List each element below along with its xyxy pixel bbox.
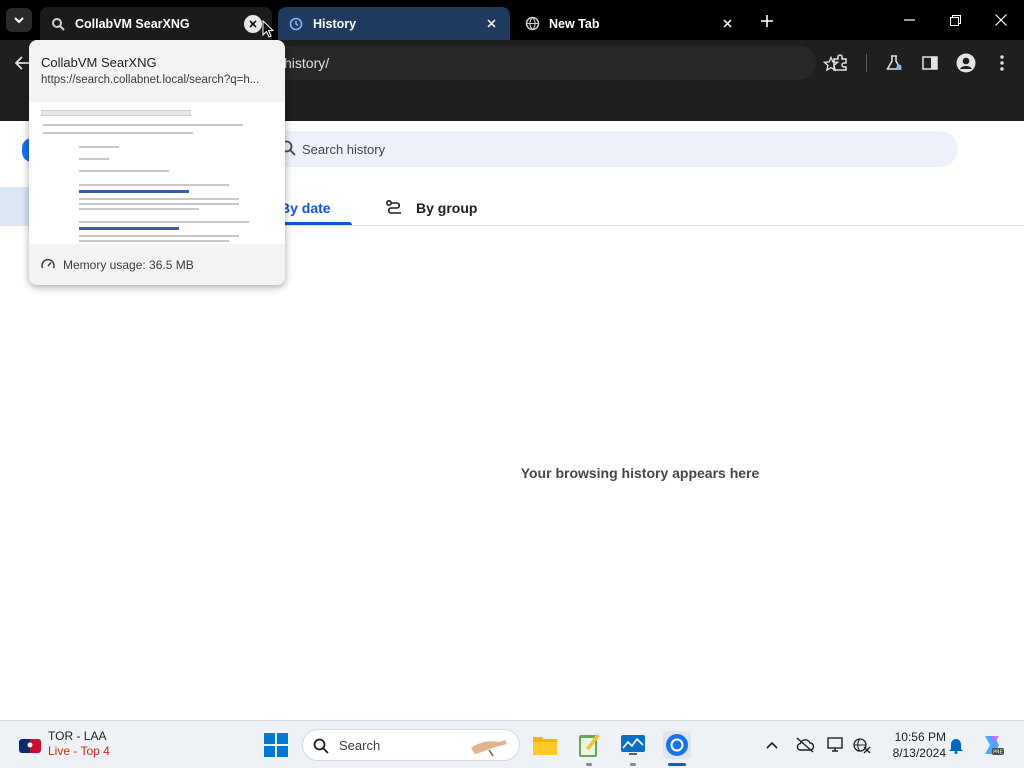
hover-card-url: https://search.collabnet.local/search?q=… (41, 74, 260, 86)
labs-button[interactable] (882, 51, 906, 75)
mouse-cursor-icon (262, 20, 274, 38)
notifications-button[interactable] (946, 735, 966, 755)
chevron-down-icon (14, 17, 24, 24)
tab-close-button[interactable] (244, 14, 262, 33)
gauge-icon (41, 258, 55, 272)
toolbar-divider (866, 54, 867, 72)
history-icon (288, 16, 304, 32)
empty-history-message: Your browsing history appears here (520, 465, 760, 481)
close-icon (249, 19, 257, 28)
onedrive-offline-button[interactable] (795, 735, 815, 755)
close-icon (995, 14, 1007, 26)
minimize-icon (903, 19, 915, 21)
chevron-up-icon (766, 741, 778, 749)
network-button[interactable] (852, 735, 872, 755)
menu-button[interactable] (990, 51, 1014, 75)
taskbar-clock[interactable]: 10:56 PM 8/13/2024 (880, 729, 946, 761)
history-search-input[interactable]: Search history (266, 131, 958, 167)
file-explorer-button[interactable] (531, 731, 559, 759)
side-panel-button[interactable] (918, 51, 942, 75)
tab-by-date[interactable]: By date (280, 191, 352, 225)
monitor-icon (827, 737, 843, 752)
clock-time: 10:56 PM (894, 730, 946, 744)
search-icon (313, 738, 329, 754)
copilot-icon: PRE (985, 736, 1004, 756)
chrome-icon (666, 734, 688, 756)
svg-text:PRE: PRE (993, 750, 1003, 756)
notepad-app-button[interactable] (575, 731, 603, 759)
monitor-chart-icon (621, 735, 645, 755)
taskbar-search-box[interactable]: Search (302, 729, 520, 761)
plus-icon (761, 15, 773, 27)
close-icon (486, 19, 496, 28)
tab-title: New Tab (549, 16, 600, 31)
monitor-app-button[interactable] (619, 731, 647, 759)
address-bar-url: history/ (284, 55, 330, 71)
start-button[interactable] (264, 733, 288, 757)
tab-hover-card: CollabVM SearXNG https://search.collabne… (29, 40, 285, 285)
minimize-button[interactable] (886, 4, 932, 36)
restore-icon (949, 14, 961, 26)
memory-usage-label: Memory usage: 36.5 MB (63, 258, 194, 272)
folder-icon (533, 737, 557, 755)
cloud-off-icon (796, 737, 815, 753)
profile-button[interactable] (954, 51, 978, 75)
active-indicator (668, 763, 686, 766)
widget-matchup: TOR - LAA (48, 729, 107, 743)
tab-strip: CollabVM SearXNG History New Tab (0, 0, 1024, 40)
search-placeholder: Search history (302, 142, 386, 157)
tab-by-group[interactable]: By group (386, 191, 486, 225)
tab-collabvm-searxng[interactable]: CollabVM SearXNG (40, 7, 272, 40)
notepad-icon (579, 734, 600, 757)
tab-title: CollabVM SearXNG (75, 16, 190, 31)
searxng-icon (50, 16, 66, 32)
sports-widget[interactable]: TOR - LAA Live - Top 4 (18, 729, 110, 759)
restore-button[interactable] (932, 4, 978, 36)
tab-label: By date (280, 200, 331, 216)
tab-history[interactable]: History (278, 7, 510, 40)
widget-status: Live - Top 4 (48, 744, 110, 758)
bell-icon (949, 739, 963, 754)
puzzle-icon (833, 54, 847, 71)
show-hidden-icons-button[interactable] (762, 735, 782, 755)
copilot-button[interactable]: PRE (980, 733, 1004, 757)
search-highlight-icon (471, 740, 507, 757)
mlb-logo-icon (19, 739, 41, 753)
display-button[interactable] (826, 735, 846, 755)
hover-card-preview (29, 102, 285, 244)
flask-icon (886, 55, 902, 70)
taskbar-search-label: Search (339, 738, 381, 753)
running-indicator (630, 763, 636, 766)
profile-avatar-icon (956, 53, 976, 73)
tab-close-button[interactable] (718, 15, 736, 33)
kebab-menu-icon (1000, 55, 1004, 71)
side-panel-icon (922, 56, 938, 70)
tab-title: History (313, 16, 357, 31)
extensions-button[interactable] (828, 51, 852, 75)
tab-close-button[interactable] (482, 15, 500, 33)
tab-new-tab[interactable]: New Tab (514, 7, 746, 40)
tab-label: By group (416, 200, 478, 216)
hover-card-memory: Memory usage: 36.5 MB (41, 258, 194, 272)
close-icon (722, 19, 732, 28)
new-tab-button[interactable] (756, 10, 778, 32)
windows-taskbar: TOR - LAA Live - Top 4 Search 10:56 PM 8… (0, 720, 1024, 768)
group-icon (386, 200, 402, 216)
arrow-left-icon (14, 56, 29, 70)
chrome-app-button[interactable] (663, 731, 691, 759)
network-globe-icon (853, 738, 871, 754)
chrome-globe-icon (524, 16, 540, 32)
windows-logo-icon (264, 733, 288, 757)
running-indicator (586, 763, 592, 766)
clock-date: 8/13/2024 (892, 746, 946, 760)
close-window-button[interactable] (978, 4, 1024, 36)
hover-card-title: CollabVM SearXNG (41, 55, 157, 70)
tab-search-button[interactable] (6, 8, 32, 32)
